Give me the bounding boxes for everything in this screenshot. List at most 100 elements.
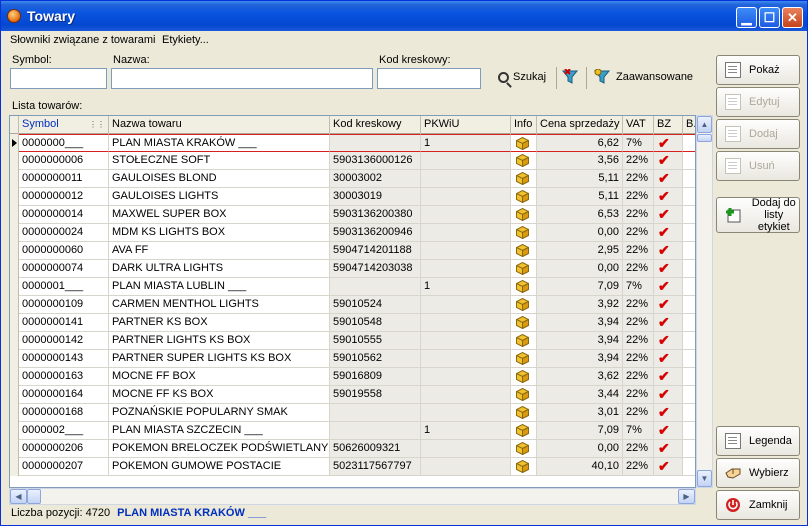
- table-row[interactable]: 0000000168 POZNAŃSKIE POPULARNY SMAK 3,01 2…: [10, 404, 695, 422]
- table-row[interactable]: 0000000012 GAULOISES LIGHTS 30003019 5,11 22…: [10, 188, 695, 206]
- table-row[interactable]: 0000000164 MOCNE FF KS BOX 59019558 3,44 22%…: [10, 386, 695, 404]
- table-row[interactable]: 0000001___ PLAN MIASTA LUBLIN ___ 1 7,09 7% ✔: [10, 278, 695, 296]
- table-row[interactable]: 0000000207 POKEMON GUMOWE POSTACIE 5023117…: [10, 458, 695, 476]
- add-to-labels-button[interactable]: Dodaj do listy etykiet: [716, 197, 800, 233]
- row-indicator: [10, 440, 19, 458]
- choose-button-label: Wybierz: [749, 467, 789, 479]
- filter-icon: [562, 69, 579, 84]
- name-cell: PLAN MIASTA SZCZECIN ___: [109, 422, 330, 440]
- symbol-cell: 0000002___: [19, 422, 109, 440]
- header-b[interactable]: B.: [683, 116, 695, 134]
- header-info[interactable]: Info: [511, 116, 537, 134]
- header-vat[interactable]: VAT: [623, 116, 654, 134]
- scroll-right-button[interactable]: ▶: [678, 489, 695, 504]
- bz-cell: ✔: [654, 296, 683, 314]
- table-row[interactable]: 0000000141 PARTNER KS BOX 59010548 3,94 22% ✔: [10, 314, 695, 332]
- symbol-cell: 0000000207: [19, 458, 109, 476]
- horizontal-scrollbar[interactable]: ◀ ▶: [9, 488, 696, 505]
- header-barcode[interactable]: Kod kreskowy: [330, 116, 421, 134]
- horizontal-scroll-thumb[interactable]: [27, 489, 41, 504]
- show-button[interactable]: Pokaż: [716, 55, 800, 85]
- check-icon: ✔: [658, 368, 670, 384]
- choose-button[interactable]: Wybierz: [716, 458, 800, 488]
- info-cell: [511, 224, 537, 242]
- table-row[interactable]: 0000000142 PARTNER LIGHTS KS BOX 59010555 3…: [10, 332, 695, 350]
- table-row[interactable]: 0000000060 AVA FF 5904714201188 2,95 22% ✔: [10, 242, 695, 260]
- table-row[interactable]: 0000000163 MOCNE FF BOX 59016809 3,62 22% ✔: [10, 368, 695, 386]
- filter-button[interactable]: [562, 69, 580, 85]
- scroll-up-button[interactable]: ▲: [697, 116, 712, 133]
- advanced-button[interactable]: Zaawansowane: [594, 69, 693, 85]
- table-row[interactable]: 0000000024 MDM KS LIGHTS BOX 5903136200946…: [10, 224, 695, 242]
- symbol-cell: 0000000164: [19, 386, 109, 404]
- search-button[interactable]: Szukaj: [498, 71, 546, 83]
- close-window-button[interactable]: ✕: [782, 7, 803, 28]
- name-cell: PARTNER LIGHTS KS BOX: [109, 332, 330, 350]
- name-cell: GAULOISES LIGHTS: [109, 188, 330, 206]
- barcode-input[interactable]: [377, 68, 481, 89]
- products-table[interactable]: Symbol ⋮⋮ Nazwa towaru Kod kreskowy PKWi…: [9, 115, 696, 488]
- info-cell: [511, 404, 537, 422]
- scroll-thumb[interactable]: [697, 134, 712, 142]
- table-row[interactable]: 0000000___ PLAN MIASTA KRAKÓW ___ 1 6,62 7% ✔: [10, 134, 695, 152]
- minimize-button[interactable]: ▁: [736, 7, 757, 28]
- check-icon: ✔: [658, 260, 670, 276]
- menu-item-dictionaries[interactable]: Słowniki związane z towarami: [10, 34, 156, 46]
- info-cell: [511, 152, 537, 170]
- close-icon: ✕: [787, 10, 798, 25]
- symbol-cell: 0000000163: [19, 368, 109, 386]
- package-icon: [516, 334, 529, 347]
- legend-button[interactable]: Legenda: [716, 426, 800, 456]
- info-cell: [511, 458, 537, 476]
- name-cell: DARK ULTRA LIGHTS: [109, 260, 330, 278]
- table-row[interactable]: 0000000143 PARTNER SUPER LIGHTS KS BOX 590…: [10, 350, 695, 368]
- header-price[interactable]: Cena sprzedaży: [537, 116, 623, 134]
- toolbar-separator: [586, 67, 587, 89]
- table-row[interactable]: 0000002___ PLAN MIASTA SZCZECIN ___ 1 7,09 7…: [10, 422, 695, 440]
- header-bz[interactable]: BZ: [654, 116, 683, 134]
- symbol-input[interactable]: [10, 68, 107, 89]
- table-row[interactable]: 0000000109 CARMEN MENTHOL LIGHTS 59010524 3…: [10, 296, 695, 314]
- title-bar[interactable]: Towary ▁ ☐ ✕: [1, 1, 807, 31]
- table-row[interactable]: 0000000206 POKEMON BRELOCZEK PODŚWIETLANY…: [10, 440, 695, 458]
- b-cell: [683, 206, 695, 224]
- table-row[interactable]: 0000000014 MAXWEL SUPER BOX 5903136200380 6…: [10, 206, 695, 224]
- bz-cell: ✔: [654, 422, 683, 440]
- current-item-name: PLAN MIASTA KRAKÓW ___: [117, 507, 267, 519]
- add-button[interactable]: Dodaj: [716, 119, 800, 149]
- vertical-scrollbar[interactable]: ▲ ▼: [696, 115, 713, 488]
- table-row[interactable]: 0000000006 STOŁECZNE SOFT 5903136000126 3,5…: [10, 152, 695, 170]
- close-button[interactable]: Zamknij: [716, 490, 800, 520]
- b-cell: [683, 188, 695, 206]
- b-cell: [683, 458, 695, 476]
- delete-button[interactable]: Usuń: [716, 151, 800, 181]
- header-name[interactable]: Nazwa towaru: [109, 116, 330, 134]
- bz-cell: ✔: [654, 332, 683, 350]
- legend-icon: [725, 433, 741, 449]
- table-row[interactable]: 0000000011 GAULOISES BLOND 30003002 5,11 22%…: [10, 170, 695, 188]
- price-cell: 7,09: [537, 278, 623, 296]
- edit-button[interactable]: Edytuj: [716, 87, 800, 117]
- scroll-down-button[interactable]: ▼: [697, 470, 712, 487]
- window-title: Towary: [27, 8, 75, 24]
- name-cell: AVA FF: [109, 242, 330, 260]
- pkwiu-cell: [421, 242, 511, 260]
- table-row[interactable]: 0000000074 DARK ULTRA LIGHTS 5904714203038…: [10, 260, 695, 278]
- name-input[interactable]: [111, 68, 373, 89]
- price-cell: 3,44: [537, 386, 623, 404]
- check-icon: ✔: [658, 332, 670, 348]
- search-button-label: Szukaj: [513, 71, 547, 83]
- pkwiu-cell: [421, 260, 511, 278]
- pkwiu-cell: [421, 440, 511, 458]
- info-cell: [511, 386, 537, 404]
- pkwiu-cell: 1: [421, 422, 511, 440]
- header-pkwiu[interactable]: PKWiU: [421, 116, 511, 134]
- menu-item-labels[interactable]: Etykiety...: [162, 34, 209, 46]
- b-cell: [683, 278, 695, 296]
- maximize-button[interactable]: ☐: [759, 7, 780, 28]
- scroll-left-button[interactable]: ◀: [10, 489, 27, 504]
- symbol-cell: 0000000074: [19, 260, 109, 278]
- info-cell: [511, 278, 537, 296]
- header-symbol[interactable]: Symbol ⋮⋮: [19, 116, 109, 134]
- b-cell: [683, 404, 695, 422]
